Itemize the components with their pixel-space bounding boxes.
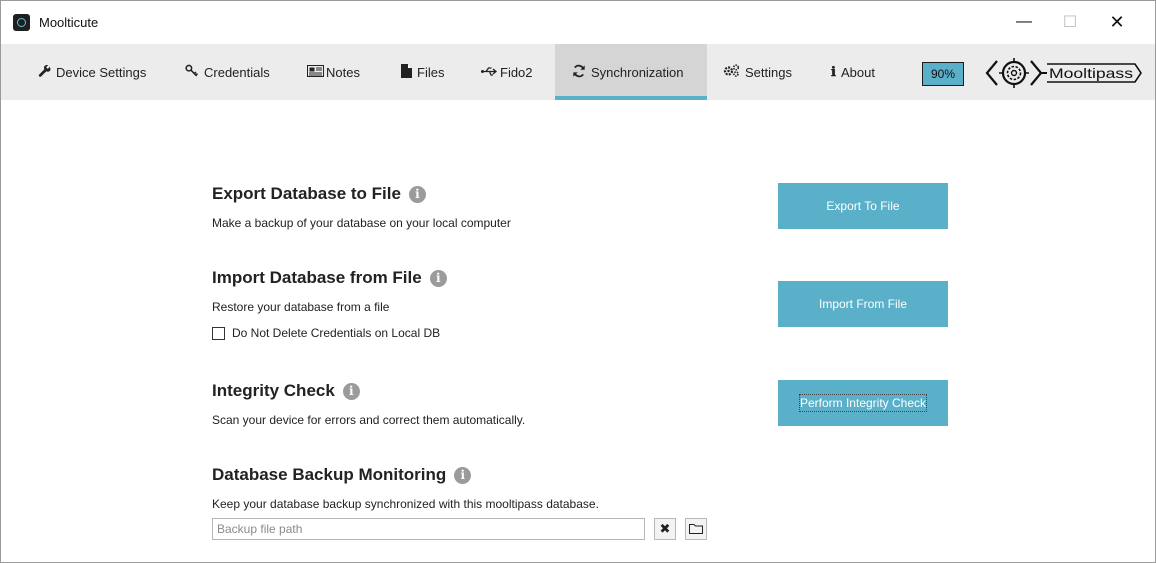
notes-icon [307,64,324,80]
browse-folder-button[interactable] [685,518,707,540]
tab-synchronization[interactable]: Synchronization [555,44,707,100]
integrity-section-title: Integrity Check i [212,381,360,401]
refresh-icon [572,64,586,81]
tab-settings[interactable]: Settings [713,44,803,100]
tab-label: Fido2 [500,64,533,80]
button-label: Import From File [818,297,907,311]
info-icon[interactable]: i [454,466,472,484]
export-to-file-button[interactable]: Export To File [778,183,948,229]
tab-notes[interactable]: Notes [295,44,379,100]
import-description: Restore your database from a file [212,300,390,314]
do-not-delete-credentials-option[interactable]: Do Not Delete Credentials on Local DB [212,326,440,340]
import-section-title: Import Database from File i [212,268,447,288]
tab-about[interactable]: ℹ About [819,44,899,100]
folder-icon [689,522,703,537]
do-not-delete-credentials-checkbox[interactable] [212,326,225,340]
close-button[interactable]: ✕ [1094,7,1140,37]
tab-label: Notes [326,64,360,80]
key-icon [185,64,199,80]
clear-path-button[interactable]: ✖ [654,518,676,540]
tab-label: Credentials [204,64,270,80]
main-tab-bar: Device Settings Credentials Notes Files … [1,44,1155,100]
tab-fido2[interactable]: Fido2 [467,44,547,100]
tab-files[interactable]: Files [387,44,457,100]
export-description: Make a backup of your database on your l… [212,216,511,230]
app-window: Moolticute — ☐ ✕ Device Settings Credent… [0,0,1156,563]
tab-label: Device Settings [56,64,147,80]
checkbox-label: Do Not Delete Credentials on Local DB [232,326,441,340]
info-icon[interactable]: i [408,185,426,203]
usb-icon [481,65,498,80]
tab-label: Settings [745,64,792,80]
tab-label: Synchronization [591,64,684,80]
app-logo-icon [13,14,30,31]
mooltipass-logo: Mooltipass [985,58,1142,88]
tab-label: About [840,64,875,80]
minimize-button[interactable]: — [1001,7,1047,37]
export-title-text: Export Database to File [212,184,401,203]
monitoring-description: Keep your database backup synchronized w… [212,497,599,511]
battery-level-text: 90% [930,67,956,81]
button-label: Export To File [826,199,900,213]
backup-file-path-input[interactable] [212,518,645,540]
tab-label: Files [417,64,445,80]
export-section-title: Export Database to File i [212,184,426,204]
perform-integrity-check-button[interactable]: Perform Integrity Check [778,380,948,426]
title-bar: Moolticute — ☐ ✕ [1,1,1155,44]
clear-icon: ✖ [659,521,671,536]
button-label: Perform Integrity Check [798,394,928,412]
info-icon[interactable]: i [429,269,447,287]
window-title: Moolticute [39,15,99,30]
import-from-file-button[interactable]: Import From File [778,281,948,327]
file-icon [401,63,412,81]
integrity-title-text: Integrity Check [212,381,335,400]
tab-device-settings[interactable]: Device Settings [25,44,155,100]
monitoring-section-title: Database Backup Monitoring i [212,465,472,485]
logo-text: Mooltipass [1049,65,1133,81]
gears-icon [723,64,740,80]
battery-level-indicator: 90% [922,62,964,86]
tab-credentials[interactable]: Credentials [171,44,289,100]
info-icon: ℹ [831,64,836,80]
monitoring-title-text: Database Backup Monitoring [212,465,447,484]
info-icon[interactable]: i [342,382,360,400]
integrity-description: Scan your device for errors and correct … [212,413,526,427]
maximize-button[interactable]: ☐ [1047,7,1093,37]
import-title-text: Import Database from File [212,268,422,287]
wrench-icon [38,64,51,80]
